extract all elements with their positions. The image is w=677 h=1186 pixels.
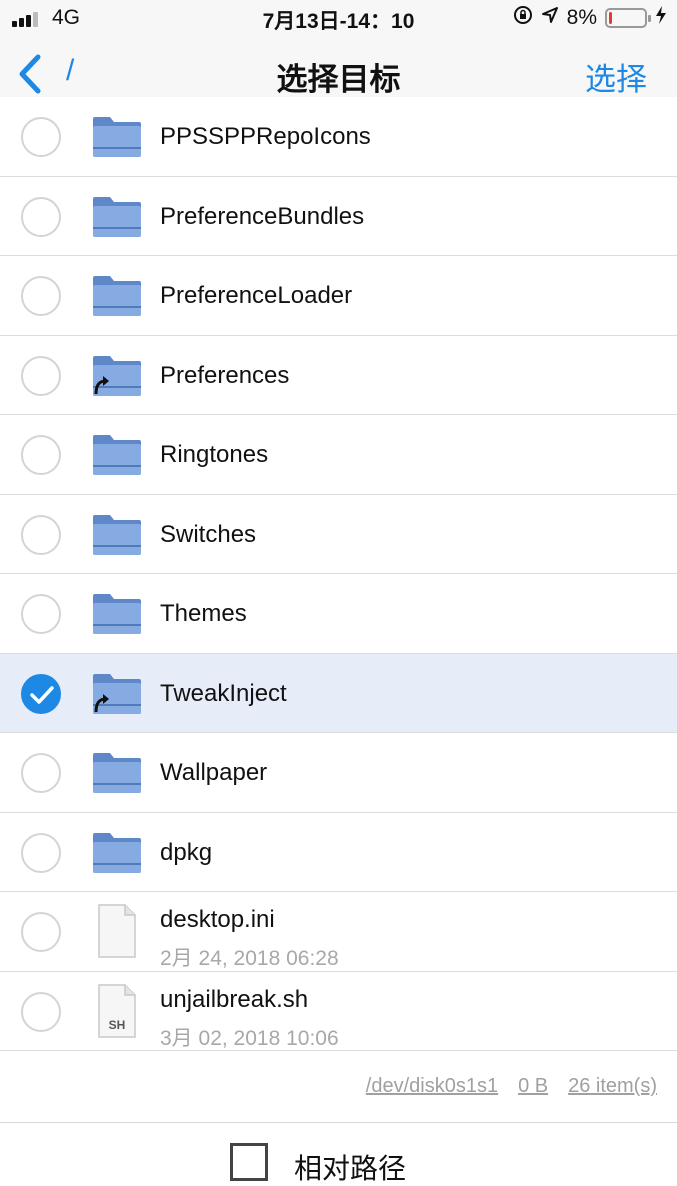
location-icon [541, 6, 559, 30]
file-icon [97, 903, 137, 959]
item-name: unjailbreak.sh [160, 985, 309, 1013]
selection-radio[interactable] [21, 435, 61, 475]
item-name: Themes [160, 600, 247, 627]
bottom-bar: 相对路径 [0, 1122, 677, 1186]
item-name: desktop.ini [160, 906, 275, 933]
selection-radio[interactable] [21, 673, 61, 714]
disk-link[interactable]: /dev/disk0s1s1 [366, 1075, 498, 1098]
list-item[interactable]: TweakInject [0, 653, 677, 733]
list-item[interactable]: Ringtones [0, 415, 677, 495]
size-link[interactable]: 0 B [518, 1075, 548, 1098]
status-bar: 4G 7月13日-14：10 8% [0, 0, 677, 34]
selection-radio[interactable] [21, 912, 61, 952]
select-button[interactable]: 选择 [585, 54, 647, 99]
list-item[interactable]: Wallpaper [0, 733, 677, 813]
storage-info: /dev/disk0s1s1 0 B 26 item(s) [366, 1075, 657, 1098]
item-name: Wallpaper [160, 759, 268, 786]
item-date: 2月 24, 2018 06:28 [160, 947, 339, 970]
list-item[interactable]: PreferenceLoader [0, 256, 677, 336]
selection-radio[interactable] [21, 276, 61, 316]
page-title: 选择目标 [276, 62, 401, 97]
list-item[interactable]: dpkg [0, 812, 677, 892]
folder-alias-icon [92, 354, 142, 398]
battery-percent: 8% [566, 6, 597, 29]
selection-radio[interactable] [21, 196, 61, 237]
item-name: PPSSPPRepoIcons [160, 123, 371, 150]
folder-icon [92, 831, 142, 875]
checkmark-icon [30, 685, 54, 704]
item-name: dpkg [160, 838, 213, 866]
back-button[interactable] [14, 54, 46, 94]
folder-icon [92, 513, 142, 557]
selection-radio[interactable] [21, 832, 61, 873]
item-date: 3月 02, 2018 10:06 [160, 1026, 339, 1050]
charging-icon [655, 5, 667, 31]
folder-icon [92, 751, 142, 795]
chevron-left-icon [19, 54, 41, 94]
selection-radio[interactable] [21, 355, 61, 396]
relative-path-checkbox[interactable] [230, 1143, 268, 1181]
folder-alias-icon [92, 672, 142, 716]
folder-icon [92, 592, 142, 636]
item-name: PreferenceLoader [160, 282, 353, 309]
item-name: PreferenceBundles [160, 202, 365, 230]
folder-icon [92, 195, 142, 239]
status-right: 8% [513, 5, 667, 31]
list-item[interactable]: Switches [0, 494, 677, 574]
file-list: PPSSPPRepoIcons PreferenceBundles Prefer… [0, 97, 677, 1051]
rotation-lock-icon [513, 5, 533, 31]
selection-radio[interactable] [21, 753, 61, 793]
folder-icon [92, 433, 142, 477]
selection-radio[interactable] [21, 991, 61, 1032]
selection-radio[interactable] [21, 514, 61, 555]
list-item[interactable]: PreferenceBundles [0, 176, 677, 256]
list-item[interactable]: desktop.ini 2月 24, 2018 06:28 [0, 892, 677, 972]
current-path[interactable]: / [66, 54, 74, 88]
battery-icon [605, 8, 651, 28]
item-name: Switches [160, 520, 257, 548]
list-item[interactable]: Preferences [0, 335, 677, 415]
item-name: Ringtones [160, 441, 269, 468]
item-name: TweakInject [160, 679, 287, 707]
item-name: Preferences [160, 361, 290, 389]
list-item[interactable]: PPSSPPRepoIcons [0, 97, 677, 177]
item-count-link[interactable]: 26 item(s) [568, 1075, 657, 1098]
list-item[interactable]: SH unjailbreak.sh 3月 02, 2018 10:06 [0, 971, 677, 1051]
folder-icon [92, 115, 142, 159]
relative-path-label[interactable]: 相对路径 [294, 1147, 406, 1186]
selection-radio[interactable] [21, 117, 61, 157]
list-item[interactable]: Themes [0, 574, 677, 654]
selection-radio[interactable] [21, 594, 61, 634]
file-icon: SH [97, 983, 137, 1039]
folder-icon [92, 274, 142, 318]
file-type-badge: SH [108, 1017, 126, 1032]
